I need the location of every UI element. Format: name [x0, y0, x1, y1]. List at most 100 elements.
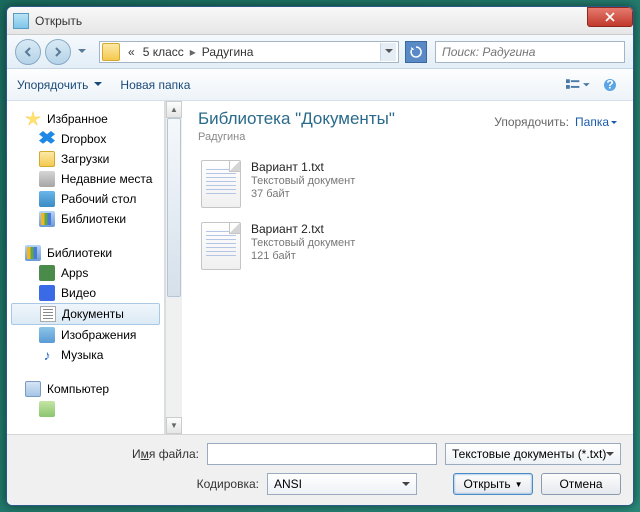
sidebar-item-apps[interactable]: Apps — [7, 263, 164, 283]
sidebar-item-label: Рабочий стол — [61, 192, 136, 206]
folder-icon — [102, 43, 120, 61]
address-bar[interactable]: « 5 класс ▸ Радугина — [99, 41, 399, 63]
sidebar-label: Избранное — [47, 112, 108, 126]
file-meta: Вариант 1.txt Текстовый документ 37 байт — [251, 160, 355, 208]
arrange-control: Упорядочить: Папка — [494, 109, 617, 129]
sidebar-label: Библиотеки — [47, 246, 112, 260]
drive-icon — [39, 401, 55, 417]
file-size: 121 байт — [251, 250, 355, 262]
sidebar-item-label: Dropbox — [61, 132, 106, 146]
library-header: Библиотека "Документы" Радугина Упорядоч… — [198, 109, 617, 143]
file-type: Текстовый документ — [251, 237, 355, 249]
sidebar-item-downloads[interactable]: Загрузки — [7, 149, 164, 169]
nav-history-dropdown[interactable] — [75, 43, 89, 61]
content-pane: Библиотека "Документы" Радугина Упорядоч… — [182, 101, 633, 434]
file-name: Вариант 1.txt — [251, 160, 355, 174]
forward-button[interactable] — [45, 39, 71, 65]
sidebar-item-video[interactable]: Видео — [7, 283, 164, 303]
libraries-icon — [25, 245, 41, 261]
library-subtitle: Радугина — [198, 131, 395, 143]
sidebar-group-computer[interactable]: Компьютер — [7, 379, 164, 399]
sidebar-item-label: Видео — [61, 286, 96, 300]
sidebar-item-libraries-fav[interactable]: Библиотеки — [7, 209, 164, 229]
sidebar-item-recent[interactable]: Недавние места — [7, 169, 164, 189]
open-dialog-window: Открыть « 5 класс ▸ Радугина — [6, 6, 634, 506]
chevron-down-icon — [385, 49, 393, 54]
computer-icon — [25, 381, 41, 397]
sidebar-item-drive[interactable] — [7, 399, 164, 419]
scroll-thumb[interactable] — [167, 118, 181, 297]
apps-icon — [39, 265, 55, 281]
arrow-left-icon — [22, 46, 34, 58]
star-icon — [25, 111, 41, 127]
pictures-icon — [39, 327, 55, 343]
sidebar-item-label: Изображения — [61, 328, 136, 342]
new-folder-button[interactable]: Новая папка — [120, 78, 190, 92]
file-name: Вариант 2.txt — [251, 222, 355, 236]
encoding-dropdown[interactable]: ANSI — [267, 473, 417, 495]
search-input[interactable] — [442, 45, 618, 59]
arrange-value-dropdown[interactable]: Папка — [575, 115, 617, 129]
chevron-down-icon — [78, 49, 86, 54]
filetype-dropdown[interactable]: Текстовые документы (*.txt) — [445, 443, 621, 465]
filename-input[interactable] — [207, 443, 437, 465]
libraries-icon — [39, 211, 55, 227]
library-title: Библиотека "Документы" — [198, 109, 395, 129]
footer: Имя файла: Текстовые документы (*.txt) К… — [7, 434, 633, 505]
search-box[interactable] — [435, 41, 625, 63]
encoding-label: Кодировка: — [19, 477, 259, 491]
sidebar-group-libraries[interactable]: Библиотеки — [7, 243, 164, 263]
close-button[interactable] — [587, 7, 633, 27]
sidebar-item-documents[interactable]: Документы — [11, 303, 160, 325]
sidebar-item-label: Документы — [62, 307, 124, 321]
window-title: Открыть — [35, 14, 82, 28]
text-file-icon — [201, 160, 241, 208]
breadcrumb-seg-1[interactable]: 5 класс — [139, 45, 188, 59]
encoding-value: ANSI — [274, 477, 302, 491]
breadcrumb-seg-2[interactable]: Радугина — [198, 45, 258, 59]
sidebar-item-label: Библиотеки — [61, 212, 126, 226]
help-icon: ? — [603, 78, 617, 92]
sidebar-item-label: Музыка — [61, 348, 103, 362]
downloads-icon — [39, 151, 55, 167]
scroll-down-button[interactable]: ▼ — [166, 417, 182, 434]
scroll-up-button[interactable]: ▲ — [166, 101, 182, 118]
close-icon — [605, 12, 615, 22]
open-button[interactable]: Открыть▼ — [453, 473, 533, 495]
sidebar-item-desktop[interactable]: Рабочий стол — [7, 189, 164, 209]
sidebar-item-label: Загрузки — [61, 152, 109, 166]
sidebar-item-label: Apps — [61, 266, 88, 280]
breadcrumb-chevrons[interactable]: « — [124, 45, 139, 59]
sidebar-item-music[interactable]: ♪ Музыка — [7, 345, 164, 365]
refresh-button[interactable] — [405, 41, 427, 63]
breadcrumb-sep-1: ▸ — [188, 45, 198, 59]
cancel-button[interactable]: Отмена — [541, 473, 621, 495]
sidebar-item-dropbox[interactable]: Dropbox — [7, 129, 164, 149]
file-item[interactable]: Вариант 1.txt Текстовый документ 37 байт — [198, 157, 617, 211]
organize-menu[interactable]: Упорядочить — [17, 78, 102, 92]
sidebar-item-pictures[interactable]: Изображения — [7, 325, 164, 345]
filetype-value: Текстовые документы (*.txt) — [452, 447, 606, 461]
back-button[interactable] — [15, 39, 41, 65]
sidebar-scrollbar[interactable]: ▲ ▼ — [165, 101, 182, 434]
video-icon — [39, 285, 55, 301]
view-grid-icon — [566, 79, 581, 91]
desktop-icon — [39, 191, 55, 207]
sidebar-group-favorites[interactable]: Избранное — [7, 109, 164, 129]
dropbox-icon — [39, 131, 55, 147]
music-icon: ♪ — [39, 347, 55, 363]
view-mode-button[interactable] — [565, 74, 591, 96]
file-type: Текстовый документ — [251, 175, 355, 187]
file-item[interactable]: Вариант 2.txt Текстовый документ 121 бай… — [198, 219, 617, 273]
nav-bar: « 5 класс ▸ Радугина — [7, 35, 633, 69]
address-dropdown[interactable] — [380, 43, 396, 61]
arrange-label: Упорядочить: — [494, 115, 569, 129]
sidebar-item-label: Недавние места — [61, 172, 152, 186]
app-icon — [13, 13, 29, 29]
file-meta: Вариант 2.txt Текстовый документ 121 бай… — [251, 222, 355, 270]
sidebar: Избранное Dropbox Загрузки Недавние мест… — [7, 101, 165, 434]
toolbar: Упорядочить Новая папка ? — [7, 69, 633, 101]
help-button[interactable]: ? — [597, 74, 623, 96]
scroll-track[interactable] — [166, 118, 182, 417]
file-size: 37 байт — [251, 188, 355, 200]
